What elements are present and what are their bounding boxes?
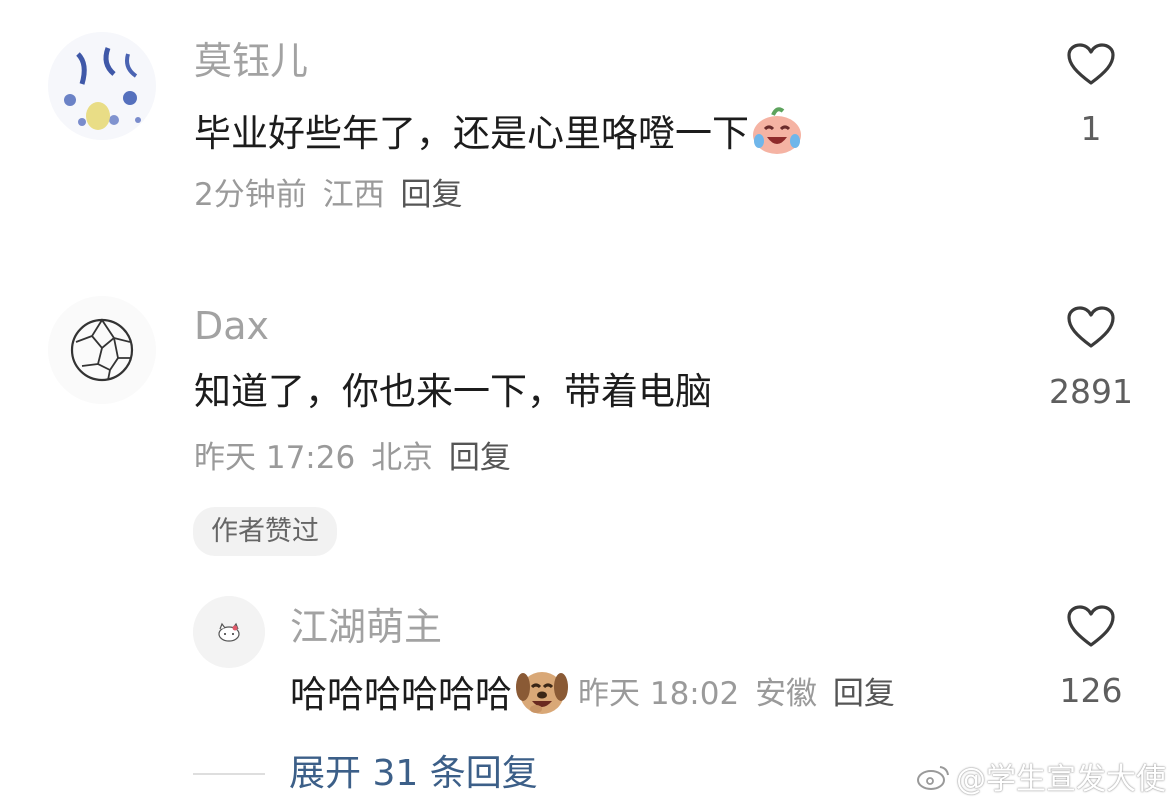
reply-button[interactable]: 回复 xyxy=(449,440,511,476)
dog-laugh-emoji-icon xyxy=(514,665,568,723)
heart-icon[interactable] xyxy=(1066,604,1116,652)
sub-reply-username[interactable]: 江湖萌主 xyxy=(290,608,442,646)
username[interactable]: Dax xyxy=(194,307,269,345)
sub-reply-meta: 昨天 18:02 安徽 回复 xyxy=(578,675,895,712)
comment-meta: 2分钟前 江西 回复 xyxy=(194,180,462,211)
comment-text-body: 知道了，你也来一下，带着电脑 xyxy=(194,370,712,413)
sub-reply-time: 昨天 18:02 xyxy=(578,675,740,712)
sub-reply-text: 哈哈哈哈哈哈 昨天 18:02 安徽 回复 xyxy=(290,665,895,723)
sub-reply-like-control[interactable]: 126 xyxy=(1036,604,1146,707)
comment-location: 北京 xyxy=(371,440,434,476)
soccer-ball-avatar-image xyxy=(48,296,156,404)
author-liked-badge: 作者赞过 xyxy=(193,507,337,556)
avatar-image xyxy=(48,32,156,140)
divider-line xyxy=(193,773,265,775)
sub-reply-body: 哈哈哈哈哈哈 xyxy=(290,672,512,716)
heart-icon[interactable] xyxy=(1066,305,1116,353)
like-count: 1 xyxy=(1080,109,1102,148)
heart-icon[interactable] xyxy=(1066,42,1116,90)
cat-avatar-image xyxy=(193,596,265,668)
comment-text-body: 毕业好些年了，还是心里咯噔一下 xyxy=(194,111,749,155)
reply-button[interactable]: 回复 xyxy=(400,177,462,213)
sub-reply-reply-button[interactable]: 回复 xyxy=(833,676,895,712)
watermark: @学生宣发大使 xyxy=(916,763,1166,797)
comment-time: 昨天 17:26 xyxy=(194,440,356,476)
avatar-commenter-2[interactable] xyxy=(48,296,156,404)
laugh-cry-emoji-icon xyxy=(751,105,803,161)
watermark-text: @学生宣发大使 xyxy=(956,762,1166,797)
username[interactable]: 莫钰儿 xyxy=(194,42,308,80)
comment-time: 2分钟前 xyxy=(194,177,307,213)
like-control[interactable]: 2891 xyxy=(1036,305,1146,408)
like-count: 2891 xyxy=(1049,372,1133,411)
like-count: 126 xyxy=(1059,671,1123,710)
comment-location: 江西 xyxy=(322,177,385,213)
comment-text: 知道了，你也来一下，带着电脑 xyxy=(194,373,712,410)
like-control[interactable]: 1 xyxy=(1036,42,1146,145)
comment-text: 毕业好些年了，还是心里咯噔一下 xyxy=(194,105,803,161)
expand-replies-button[interactable]: 展开 31 条回复 xyxy=(193,756,538,792)
avatar-commenter-1[interactable] xyxy=(48,32,156,140)
expand-replies-label[interactable]: 展开 31 条回复 xyxy=(289,756,538,792)
weibo-logo-icon xyxy=(916,763,950,797)
sub-reply-location: 安徽 xyxy=(755,675,818,712)
avatar-sub-reply[interactable] xyxy=(193,596,265,668)
comment-meta: 昨天 17:26 北京 回复 xyxy=(194,443,511,474)
